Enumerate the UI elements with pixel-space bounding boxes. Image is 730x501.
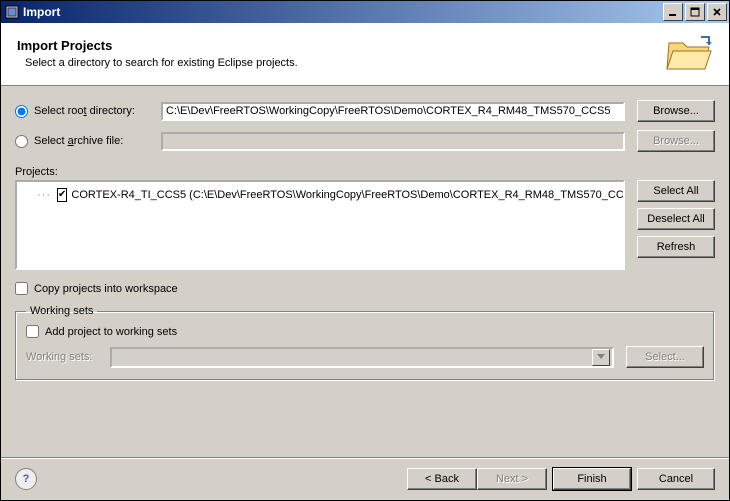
wizard-content: Select root directory: Browse... Select … (1, 86, 729, 457)
projects-list[interactable]: ··· ✔ CORTEX-R4_TI_CCS5 (C:\E\Dev\FreeRT… (15, 180, 625, 270)
project-item[interactable]: ··· ✔ CORTEX-R4_TI_CCS5 (C:\E\Dev\FreeRT… (21, 188, 619, 202)
add-to-working-sets-label: Add project to working sets (45, 326, 177, 338)
next-button: Next > (477, 468, 547, 490)
project-checkbox[interactable]: ✔ (57, 188, 67, 202)
root-directory-input[interactable] (161, 102, 625, 121)
copy-into-workspace-checkbox[interactable] (15, 282, 28, 295)
wizard-heading: Import Projects (17, 38, 665, 53)
browse-root-button[interactable]: Browse... (637, 100, 715, 122)
working-sets-select-button: Select... (626, 346, 704, 368)
working-sets-group: Working sets Add project to working sets… (15, 305, 715, 381)
wizard-banner: Import Projects Select a directory to se… (1, 23, 729, 86)
archive-file-label: Select archive file: (34, 135, 123, 147)
root-directory-label: Select root directory: (34, 105, 135, 117)
titlebar: Import (1, 1, 729, 23)
archive-file-input (161, 132, 625, 151)
browse-archive-button: Browse... (637, 130, 715, 152)
maximize-button[interactable] (685, 3, 705, 21)
archive-file-radio[interactable]: Select archive file: (15, 135, 161, 148)
wizard-subtext: Select a directory to search for existin… (17, 57, 665, 69)
archive-file-radio-input[interactable] (15, 135, 28, 148)
cancel-button[interactable]: Cancel (637, 468, 715, 490)
back-button[interactable]: < Back (407, 468, 477, 490)
working-sets-combo (110, 347, 614, 368)
wizard-button-bar: ? < Back Next > Finish Cancel (1, 457, 729, 500)
minimize-button[interactable] (663, 3, 683, 21)
working-sets-field-label: Working sets: (26, 351, 110, 363)
add-to-working-sets-checkbox[interactable] (26, 325, 39, 338)
project-item-label: CORTEX-R4_TI_CCS5 (C:\E\Dev\FreeRTOS\Wor… (71, 189, 625, 201)
refresh-button[interactable]: Refresh (637, 236, 715, 258)
root-directory-radio[interactable]: Select root directory: (15, 105, 161, 118)
select-all-button[interactable]: Select All (637, 180, 715, 202)
import-wizard-window: Import Import Projects Select a director… (0, 0, 730, 501)
finish-button[interactable]: Finish (553, 468, 631, 490)
copy-into-workspace-label: Copy projects into workspace (34, 283, 178, 295)
window-controls (663, 3, 727, 21)
projects-label: Projects: (15, 166, 715, 178)
root-directory-radio-input[interactable] (15, 105, 28, 118)
app-icon (5, 5, 19, 19)
folder-import-icon (665, 33, 713, 73)
window-title: Import (23, 5, 663, 19)
deselect-all-button[interactable]: Deselect All (637, 208, 715, 230)
working-sets-legend: Working sets (26, 305, 97, 317)
tree-connector: ··· (37, 189, 51, 201)
close-button[interactable] (707, 3, 727, 21)
help-icon[interactable]: ? (15, 468, 37, 490)
chevron-down-icon (592, 349, 610, 366)
